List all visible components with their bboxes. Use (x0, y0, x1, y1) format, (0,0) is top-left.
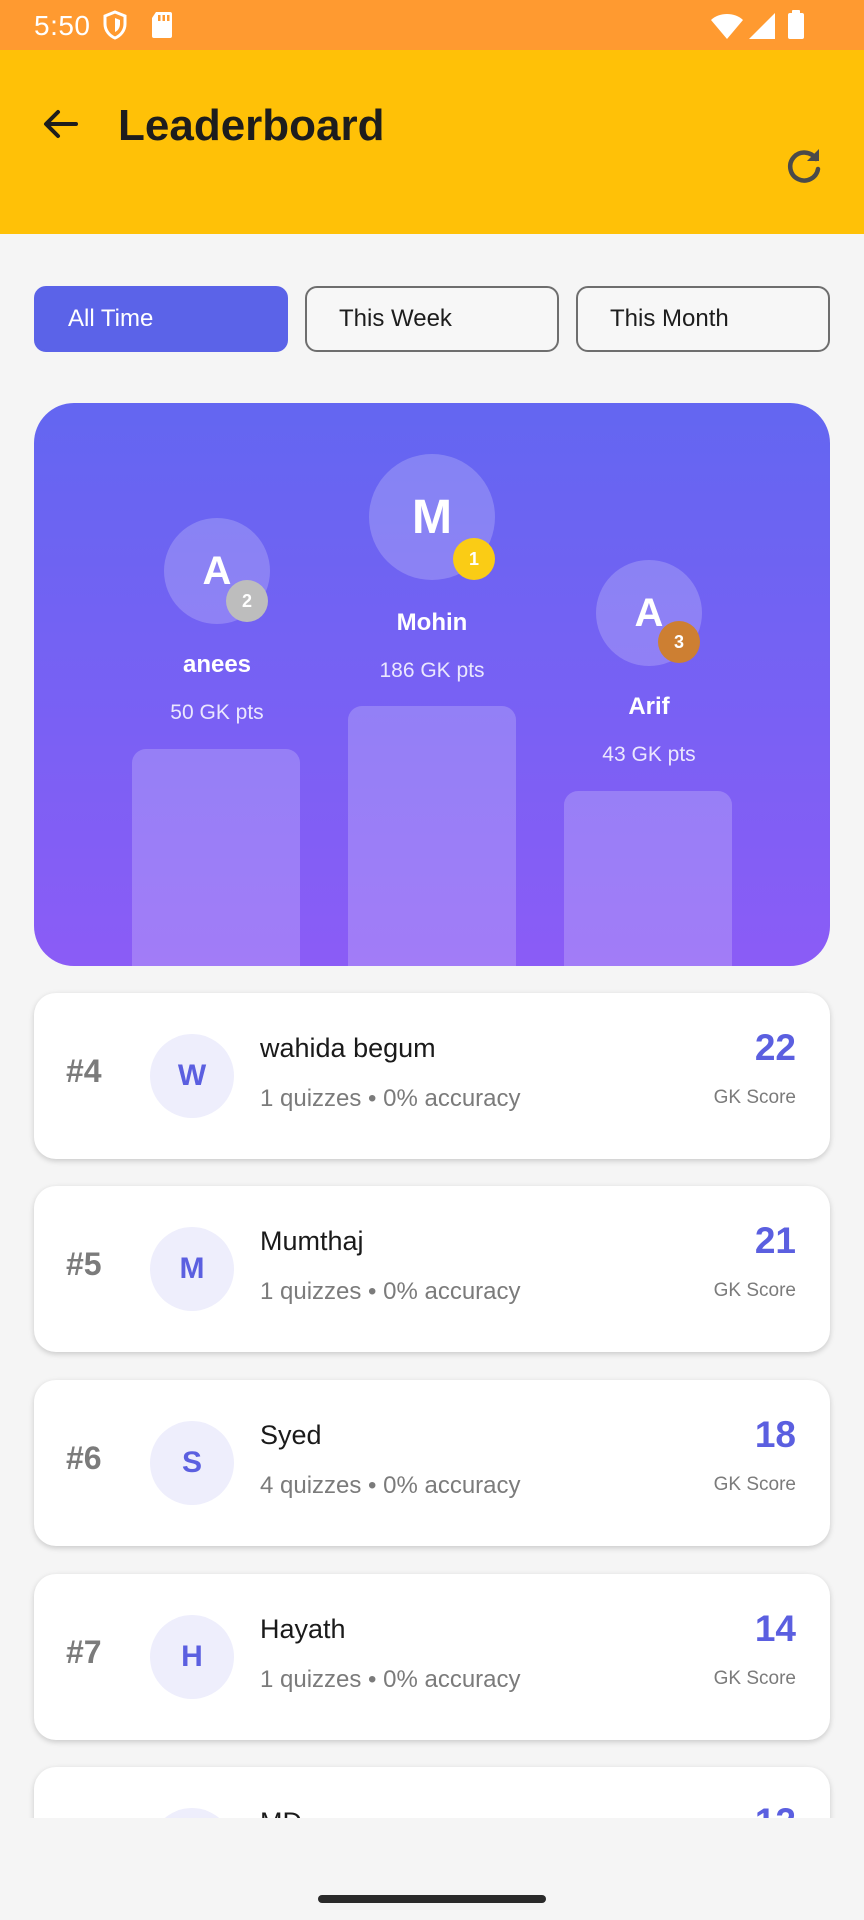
player-name: MD (260, 1807, 302, 1818)
tab-all-time[interactable]: All Time (34, 286, 288, 352)
podium-third-points: 43 GK pts (602, 743, 696, 766)
rank-label: #5 (66, 1246, 102, 1282)
podium-first-name: Mohin (396, 609, 468, 636)
leaderboard-row[interactable]: MD 12 (34, 1767, 830, 1818)
rank-label: #6 (66, 1440, 102, 1476)
player-name: Hayath (260, 1614, 346, 1644)
rank-label: #4 (66, 1053, 102, 1089)
score-value: 22 (754, 1027, 796, 1068)
shield-icon (102, 10, 128, 45)
podium-second-points: 50 GK pts (170, 701, 264, 724)
score-label: GK Score (713, 1668, 796, 1689)
sd-card-icon (150, 10, 174, 45)
podium-first-points: 186 GK pts (379, 659, 485, 682)
leaderboard-row[interactable]: #6 S Syed 4 quizzes • 0% accuracy 18 GK … (34, 1380, 830, 1546)
podium-second-name: anees (182, 651, 252, 678)
avatar: H (150, 1615, 234, 1699)
battery-icon (786, 10, 806, 45)
score-value: 12 (755, 1801, 796, 1818)
avatar: M (150, 1227, 234, 1311)
status-time: 5:50 (34, 10, 91, 41)
score-value: 14 (754, 1608, 796, 1649)
score-value: 21 (754, 1220, 796, 1261)
player-name: Mumthaj (260, 1226, 364, 1256)
screen: 5:50 Leaderboard All Time This Week This… (0, 0, 864, 1818)
refresh-icon (783, 145, 825, 192)
player-stats: 1 quizzes • 0% accuracy (260, 1085, 521, 1112)
refresh-button[interactable] (772, 136, 836, 200)
navigation-bar (0, 1818, 864, 1920)
signal-icon (748, 12, 776, 45)
player-stats: 4 quizzes • 0% accuracy (260, 1472, 521, 1499)
player-stats: 1 quizzes • 0% accuracy (260, 1278, 521, 1305)
podium-third-bar (564, 791, 732, 966)
back-arrow-icon (40, 104, 80, 149)
wifi-icon (710, 12, 744, 45)
player-name: wahida begum (260, 1033, 436, 1063)
podium-first-bar (348, 706, 516, 966)
home-indicator[interactable] (318, 1895, 546, 1903)
leaderboard-row[interactable]: #4 W wahida begum 1 quizzes • 0% accurac… (34, 993, 830, 1159)
podium-third-name: Arif (628, 693, 670, 720)
bronze-rank-badge: 3 (658, 621, 700, 663)
rank-label: #7 (66, 1634, 102, 1670)
back-button[interactable] (28, 94, 92, 158)
page-title: Leaderboard (118, 101, 385, 150)
status-bar: 5:50 (0, 0, 864, 50)
leaderboard-row[interactable]: #7 H Hayath 1 quizzes • 0% accuracy 14 G… (34, 1574, 830, 1740)
score-label: GK Score (713, 1087, 796, 1108)
silver-rank-badge: 2 (226, 580, 268, 622)
avatar: S (150, 1421, 234, 1505)
gold-rank-badge: 1 (453, 538, 495, 580)
leaderboard-row[interactable]: #5 M Mumthaj 1 quizzes • 0% accuracy 21 … (34, 1186, 830, 1352)
avatar: W (150, 1034, 234, 1118)
tab-this-week[interactable]: This Week (305, 286, 559, 352)
player-stats: 1 quizzes • 0% accuracy (260, 1666, 521, 1693)
score-value: 18 (754, 1414, 796, 1455)
tab-this-month[interactable]: This Month (576, 286, 830, 352)
score-label: GK Score (713, 1280, 796, 1301)
score-label: GK Score (713, 1474, 796, 1495)
avatar (150, 1808, 234, 1818)
podium-card: A 2 anees 50 GK pts M 1 Mohin 186 GK pts… (34, 403, 830, 966)
podium-second-bar (132, 749, 300, 966)
player-name: Syed (260, 1420, 322, 1450)
